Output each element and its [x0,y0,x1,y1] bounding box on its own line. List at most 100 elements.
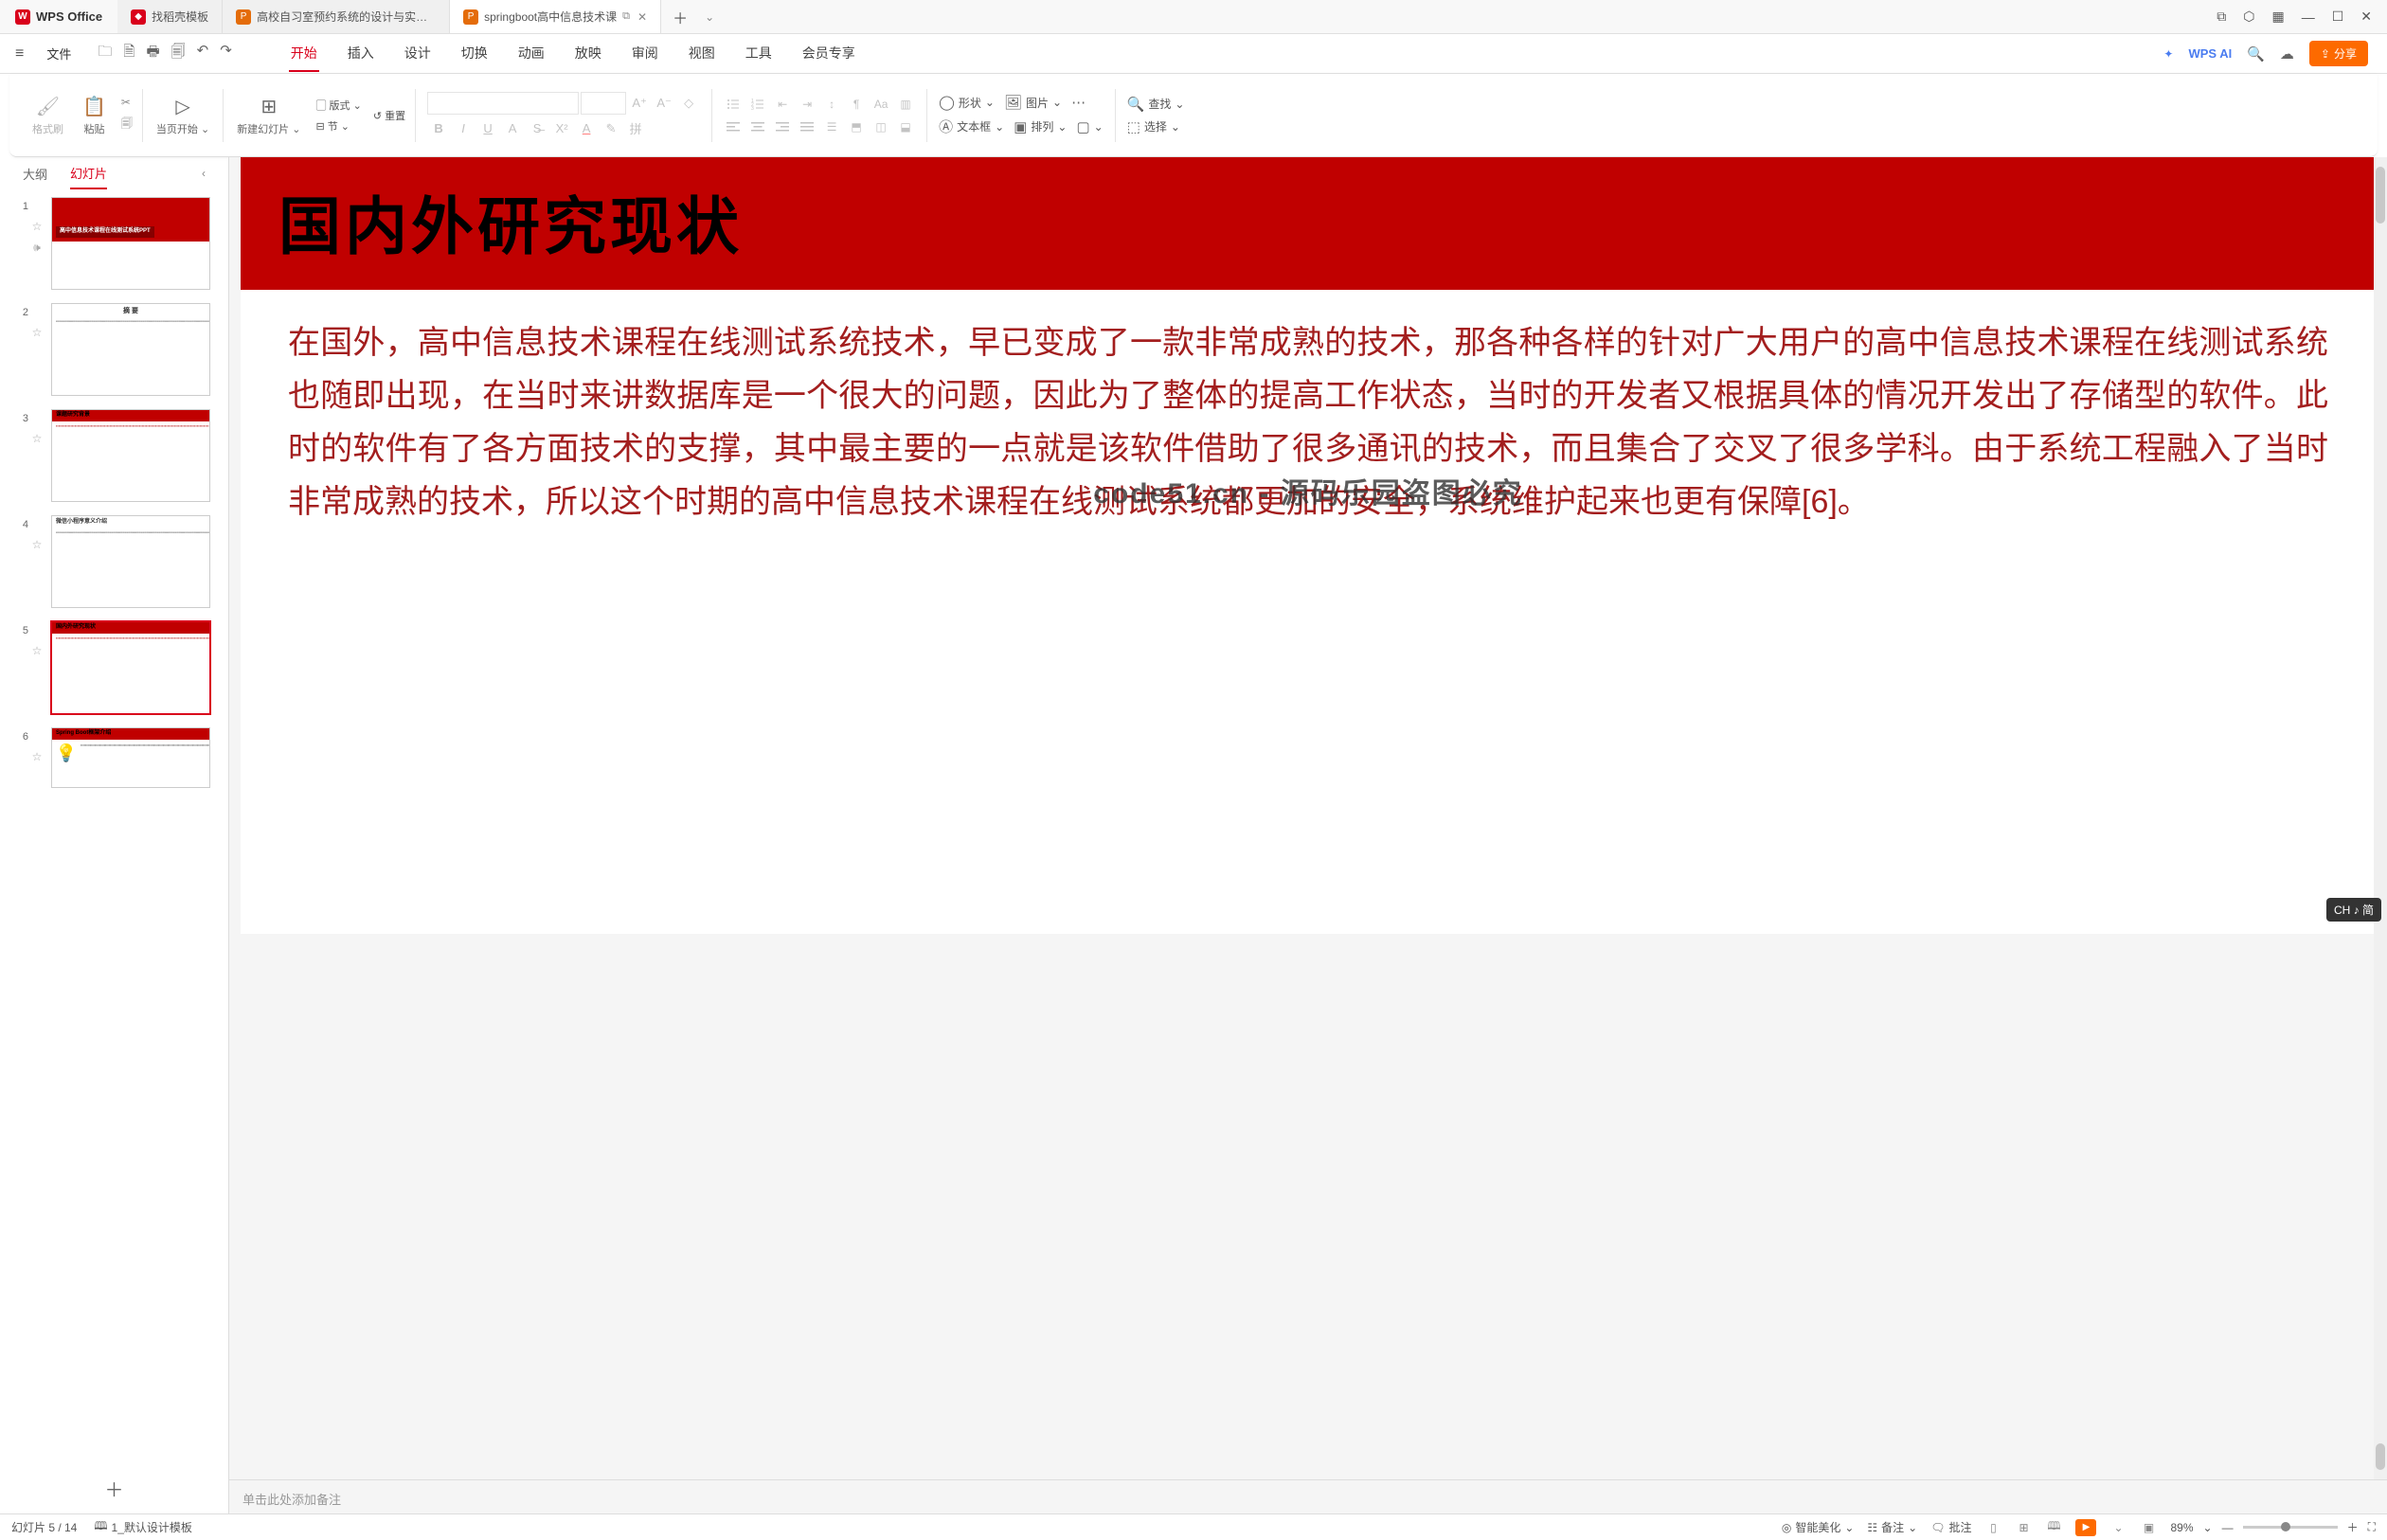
align-right-icon[interactable] [773,118,792,135]
thumbnail-1[interactable]: 高中信息技术课程在线测试系统PPT [51,197,210,290]
paste-button[interactable]: 📋粘贴 [73,95,116,136]
increase-font-icon[interactable]: A⁺ [628,93,651,114]
layout-button[interactable]: ▢ 版式 ⌄ [315,98,361,113]
font-family-select[interactable] [427,92,579,115]
tile-icon[interactable]: ⧉ [2216,9,2226,25]
star-icon[interactable]: ☆ [32,326,43,339]
valign-top-icon[interactable]: ⬒ [847,118,866,135]
decrease-font-icon[interactable]: A⁻ [653,93,675,114]
star-icon[interactable]: ☆ [32,220,43,233]
superscript-icon[interactable]: X² [550,118,573,139]
sorter-view-icon[interactable]: ⊞ [2015,1519,2032,1536]
comments-toggle[interactable]: 🗨 批注 [1930,1519,1971,1535]
canvas-area[interactable]: 国内外研究现状 在国外，高中信息技术课程在线测试系统技术，早已变成了一款非常成熟… [229,157,2387,1479]
slide-title-box[interactable]: 国内外研究现状 [241,157,2376,290]
thumbnail-3[interactable]: 课题研究背景 ▪▪▪▪▪▪▪▪▪▪▪▪▪▪▪▪▪▪▪▪▪▪▪▪▪▪▪▪▪▪▪▪▪… [51,409,210,502]
menu-tab-start[interactable]: 开始 [289,36,319,72]
zoom-out-button[interactable]: — [2222,1521,2234,1534]
outline-tab[interactable]: 大纲 [23,159,47,188]
from-current-button[interactable]: ▷当页开始 ⌄ [147,95,219,136]
picture-button[interactable]: 🖼图片 ⌄ [1004,94,1062,111]
normal-view-icon[interactable]: ▯ [1984,1519,2001,1536]
align-center-icon[interactable] [748,118,767,135]
fill-icon[interactable]: ▢⌄ [1076,118,1103,135]
menu-tab-review[interactable]: 审阅 [630,36,660,72]
font-color-icon[interactable]: A [575,118,598,139]
menu-tab-view[interactable]: 视图 [687,36,717,72]
menu-tab-animation[interactable]: 动画 [516,36,547,72]
file-menu[interactable]: 文件 [39,45,79,63]
preview-icon[interactable]: 🗐 [171,42,186,65]
sound-icon[interactable]: 🕪 [33,241,41,255]
align-justify-icon[interactable] [798,118,817,135]
slides-tab[interactable]: 幻灯片 [70,158,107,189]
cube-icon[interactable]: ⬡ [2243,9,2254,25]
align-distribute-icon[interactable]: ☰ [822,118,841,135]
valign-bot-icon[interactable]: ⬓ [896,118,915,135]
minimize-button[interactable]: — [2302,9,2315,25]
numbering-icon[interactable]: 123 [748,96,767,113]
clear-format-icon[interactable]: ◇ [677,93,700,114]
reading-view-icon[interactable]: 🕮 [2045,1519,2062,1536]
pinyin-icon[interactable]: 拼 [624,118,647,139]
tab-doc-1[interactable]: P 高校自习室预约系统的设计与实现.pp [223,0,450,33]
tab-doc-2[interactable]: P springboot高中信息技术课 ⧉ ✕ [450,0,661,33]
star-icon[interactable]: ☆ [32,750,43,763]
save-icon[interactable]: 🗎 [123,42,135,65]
menu-tab-member[interactable]: 会员专享 [800,36,857,72]
zoom-dropdown[interactable]: ⌄ [2203,1521,2213,1534]
notes-pane[interactable]: 单击此处添加备注 [229,1479,2387,1513]
star-icon[interactable]: ☆ [32,432,43,445]
template-indicator[interactable]: 🕮 1_默认设计模板 [94,1517,192,1537]
section-button[interactable]: ⊟ 节 ⌄ [315,118,361,134]
indent-left-icon[interactable]: ⇤ [773,96,792,113]
slide-canvas[interactable]: 国内外研究现状 在国外，高中信息技术课程在线测试系统技术，早已变成了一款非常成熟… [241,157,2376,934]
find-button[interactable]: 🔍查找 ⌄ [1127,96,1185,113]
menu-tab-design[interactable]: 设计 [403,36,433,72]
share-button[interactable]: ⇪ 分享 [2309,41,2368,66]
vertical-scrollbar[interactable] [2374,157,2387,1479]
shadow-icon[interactable]: A [501,118,524,139]
menu-tab-tools[interactable]: 工具 [744,36,774,72]
slideshow-button[interactable]: ▶ [2075,1519,2096,1536]
collapse-sidebar-icon[interactable]: ‹ [202,167,206,180]
print-icon[interactable]: 🖶 [146,42,159,65]
zoom-slider[interactable] [2243,1526,2338,1529]
arrange-button[interactable]: ▣排列 ⌄ [1014,118,1067,135]
tab-template[interactable]: ◆ 找稻壳模板 [117,0,223,33]
thumbnail-6[interactable]: Spring Boot框架介绍 💡 ▪▪▪▪▪▪▪▪▪▪▪▪▪▪▪▪▪▪▪▪▪▪… [51,727,210,788]
undo-icon[interactable]: ↶ [197,42,209,65]
copy-icon[interactable]: 🗐 [121,115,133,134]
slide-body-box[interactable]: 在国外，高中信息技术课程在线测试系统技术，早已变成了一款非常成熟的技术，那各种各… [241,290,2376,555]
thumbnail-2[interactable]: 摘 要 ▪▪▪▪▪▪▪▪▪▪▪▪▪▪▪▪▪▪▪▪▪▪▪▪▪▪▪▪▪▪▪▪▪▪▪▪… [51,303,210,396]
text-direction-icon[interactable]: ¶ [847,96,866,113]
duplicate-icon[interactable]: ⧉ [622,10,630,23]
new-slide-button[interactable]: ⊞新建幻灯片 ⌄ [227,95,310,136]
font-size-select[interactable] [581,92,626,115]
menu-tab-slideshow[interactable]: 放映 [573,36,603,72]
textbox-button[interactable]: Ⓐ文本框 ⌄ [939,116,1004,136]
zoom-level[interactable]: 89% [2170,1521,2193,1534]
present-icon[interactable]: ▣ [2140,1519,2157,1536]
menu-tab-insert[interactable]: 插入 [346,36,376,72]
change-case-icon[interactable]: Aa [871,96,890,113]
menu-tab-transition[interactable]: 切换 [459,36,490,72]
bold-icon[interactable]: B [427,118,450,139]
wps-ai-button[interactable]: WPS AI [2188,46,2232,61]
columns-icon[interactable]: ▥ [896,96,915,113]
fit-icon[interactable]: ⛶ [2368,1520,2376,1534]
reset-button[interactable]: ↺ 重置 [373,111,405,122]
highlight-icon[interactable]: ✎ [600,118,622,139]
search-icon[interactable]: 🔍 [2247,45,2265,63]
redo-icon[interactable]: ↷ [220,42,232,65]
align-left-icon[interactable] [724,118,743,135]
zoom-in-button[interactable]: ＋ [2347,1519,2359,1535]
thumbnail-5[interactable]: 国内外研究现状 ▪▪▪▪▪▪▪▪▪▪▪▪▪▪▪▪▪▪▪▪▪▪▪▪▪▪▪▪▪▪▪▪… [51,621,210,714]
line-spacing-icon[interactable]: ↕ [822,96,841,113]
close-icon[interactable]: ✕ [637,10,647,24]
tabs-dropdown[interactable]: ⌄ [699,0,720,33]
more-icon[interactable]: ⋯ [1071,94,1086,111]
avatar-icon[interactable]: ▦ [2271,9,2284,25]
sparkle-icon[interactable]: ✦ [2163,47,2173,61]
star-icon[interactable]: ☆ [32,538,43,551]
